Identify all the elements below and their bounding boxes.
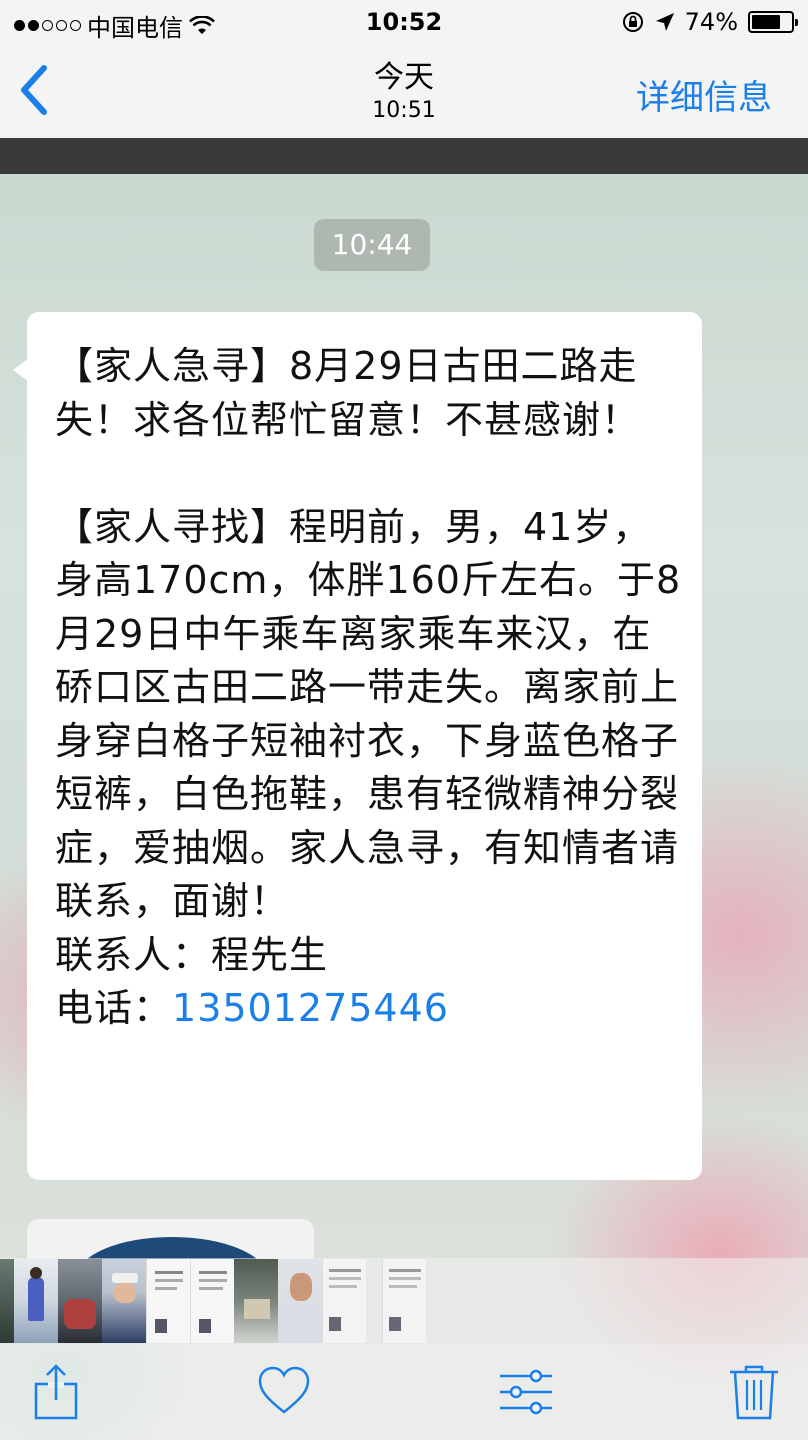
share-icon[interactable]	[26, 1362, 86, 1422]
thumbnail[interactable]	[278, 1259, 322, 1343]
trash-icon[interactable]	[724, 1362, 784, 1422]
header-divider	[0, 138, 808, 174]
status-right: 74%	[621, 8, 798, 36]
message-bubble[interactable]: 【家人急寻】8月29日古田二路走失！求各位帮忙留意！不甚感谢！ 【家人寻找】程明…	[13, 312, 702, 1180]
battery-icon	[748, 11, 798, 33]
thumbnail[interactable]	[58, 1259, 102, 1343]
thumbnail[interactable]	[102, 1259, 146, 1343]
thumbnail-strip[interactable]	[0, 1258, 808, 1344]
thumbnail-gap	[366, 1259, 382, 1343]
sliders-icon[interactable]	[496, 1362, 556, 1422]
thumbnail[interactable]	[322, 1259, 366, 1343]
navigation-bar: 今天 10:51 详细信息	[0, 44, 808, 138]
battery-percent: 74%	[684, 8, 738, 36]
details-button[interactable]: 详细信息	[636, 70, 772, 119]
heart-icon[interactable]	[254, 1362, 314, 1422]
status-bar: 中国电信 10:52 74%	[0, 0, 808, 44]
thumbnail[interactable]	[382, 1259, 426, 1343]
thumbnail[interactable]	[0, 1259, 14, 1343]
phone-number-link[interactable]: 13501275446	[172, 986, 449, 1030]
thumbnail[interactable]	[190, 1259, 234, 1343]
thumbnail[interactable]	[234, 1259, 278, 1343]
thumbnail[interactable]	[14, 1259, 58, 1343]
thumbnail[interactable]	[146, 1259, 190, 1343]
bottom-toolbar	[0, 1344, 808, 1440]
message-body: 【家人急寻】8月29日古田二路走失！求各位帮忙留意！不甚感谢！ 【家人寻找】程明…	[55, 340, 682, 1036]
rotation-lock-icon	[622, 12, 643, 32]
location-arrow-icon	[655, 13, 674, 31]
thumbnail-list	[0, 1258, 426, 1344]
battery-fill	[752, 15, 781, 29]
message-text: 【家人急寻】8月29日古田二路走失！求各位帮忙留意！不甚感谢！ 【家人寻找】程明…	[55, 344, 682, 1030]
message-timestamp: 10:44	[314, 219, 430, 271]
